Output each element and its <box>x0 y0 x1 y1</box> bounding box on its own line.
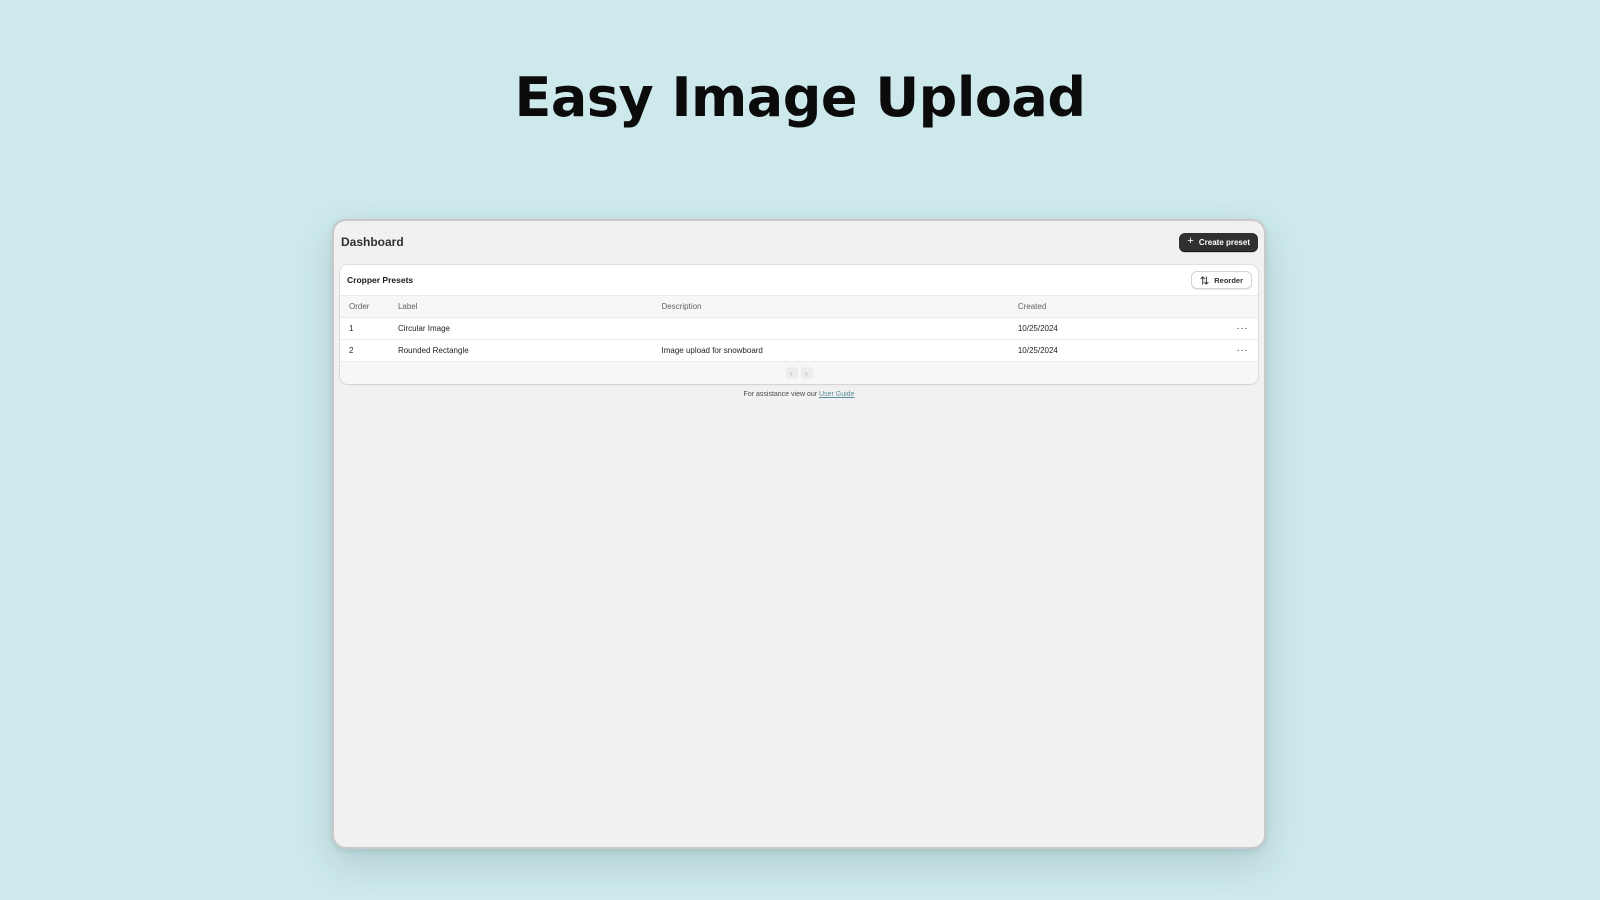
cell-description: Image upload for snowboard <box>652 339 1009 362</box>
app-window: Dashboard + Create preset Cropper Preset… <box>332 219 1266 849</box>
table-row[interactable]: 2 Rounded Rectangle Image upload for sno… <box>340 339 1258 362</box>
column-header-created[interactable]: Created <box>1008 295 1228 318</box>
column-header-actions <box>1227 295 1258 318</box>
card-title: Cropper Presets <box>347 275 414 285</box>
table-header-row: Order Label Description Created <box>340 295 1258 318</box>
user-guide-link[interactable]: User Guide <box>819 391 854 398</box>
column-header-description[interactable]: Description <box>652 295 1009 318</box>
create-preset-button[interactable]: + Create preset <box>1179 232 1258 252</box>
table-row[interactable]: 1 Circular Image 10/25/2024 ··· <box>340 317 1258 340</box>
cell-actions: ··· <box>1227 339 1258 362</box>
cell-label: Circular Image <box>388 317 653 340</box>
more-actions-icon[interactable]: ··· <box>1237 323 1249 334</box>
cropper-presets-card: Cropper Presets Reorder Order Label Desc… <box>340 265 1258 384</box>
cell-created: 10/25/2024 <box>1008 339 1228 362</box>
cell-label: Rounded Rectangle <box>388 339 653 362</box>
page-title: Dashboard <box>341 235 404 249</box>
reorder-button[interactable]: Reorder <box>1191 271 1252 289</box>
footer-help: For assistance view our User Guide <box>334 391 1264 398</box>
cell-actions: ··· <box>1227 317 1258 340</box>
create-preset-label: Create preset <box>1198 237 1250 247</box>
pagination: ‹ › <box>340 362 1258 384</box>
presets-table: Order Label Description Created 1 Circul… <box>340 295 1258 362</box>
cell-created: 10/25/2024 <box>1008 317 1228 340</box>
top-bar: Dashboard + Create preset <box>340 231 1258 253</box>
cell-description <box>652 317 1009 340</box>
cell-order: 1 <box>340 317 389 340</box>
plus-icon: + <box>1187 235 1194 247</box>
column-header-order[interactable]: Order <box>340 295 389 318</box>
footer-help-text: For assistance view our <box>743 391 818 398</box>
more-actions-icon[interactable]: ··· <box>1237 345 1249 356</box>
hero-title: Easy Image Upload <box>514 66 1086 129</box>
card-header: Cropper Presets Reorder <box>340 265 1258 295</box>
reorder-label: Reorder <box>1214 275 1243 285</box>
chevron-left-icon[interactable]: ‹ <box>785 367 798 379</box>
chevron-right-icon[interactable]: › <box>800 367 813 379</box>
column-header-label[interactable]: Label <box>388 295 653 318</box>
sort-arrows-icon <box>1200 275 1209 285</box>
cell-order: 2 <box>340 339 389 362</box>
